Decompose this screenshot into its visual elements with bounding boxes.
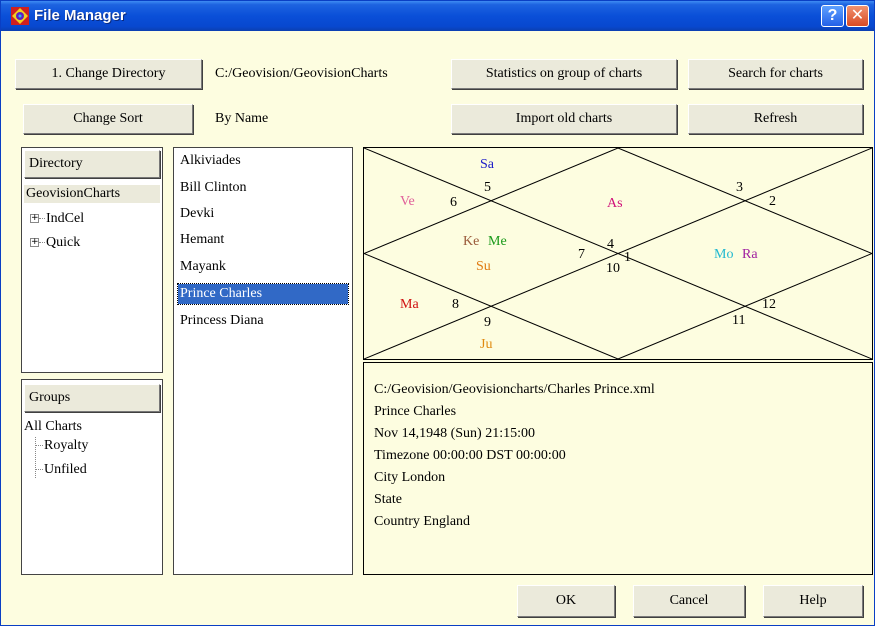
file-manager-window: File Manager ? ✕ 1. Change Directory C:/… (0, 0, 875, 626)
group-item-unfiled[interactable]: Unfiled (44, 461, 87, 479)
astrology-chart: 4 1 10 7 5 6 3 2 8 9 12 11 Sa Ve As Ke M… (362, 147, 874, 360)
chart-diagram: 4 1 10 7 5 6 3 2 8 9 12 11 Sa Ve As Ke M… (362, 147, 874, 360)
tree-item-label: IndCel (46, 211, 85, 226)
import-charts-button[interactable]: Import old charts (451, 104, 677, 134)
house-number-4: 4 (607, 237, 614, 252)
close-icon: ✕ (850, 7, 865, 24)
planet-ju: Ju (480, 337, 492, 352)
tree-item-label: Quick (46, 235, 81, 250)
list-item[interactable]: Devki (178, 204, 216, 224)
chart-list: Alkiviades Bill Clinton Devki Hemant May… (173, 147, 353, 575)
list-item[interactable]: Alkiviades (178, 151, 243, 171)
groups-panel: Groups All Charts Royalty Unfiled (21, 379, 163, 575)
house-number-12: 12 (762, 297, 776, 312)
help-title-button[interactable]: ? (821, 5, 844, 27)
house-number-11: 11 (732, 313, 745, 328)
current-path: C:/Geovision/GeovisionCharts (215, 66, 388, 81)
house-number-3: 3 (736, 180, 743, 195)
sort-value: By Name (215, 111, 269, 126)
house-number-8: 8 (452, 297, 459, 312)
tree-connector (35, 445, 43, 446)
list-item[interactable]: Mayank (178, 257, 228, 277)
planet-me: Me (488, 234, 507, 249)
directory-header: Directory (24, 150, 160, 178)
house-number-6: 6 (450, 195, 457, 210)
list-item[interactable]: Princess Diana (178, 311, 266, 331)
ok-button[interactable]: OK (517, 585, 615, 617)
info-city: City London (374, 470, 446, 485)
list-item[interactable]: Bill Clinton (178, 178, 249, 198)
house-number-1: 1 (624, 250, 631, 265)
help-button[interactable]: Help (763, 585, 863, 617)
info-country: Country England (374, 514, 471, 529)
cancel-button[interactable]: Cancel (633, 585, 745, 617)
change-sort-button[interactable]: Change Sort (23, 104, 193, 134)
info-name: Prince Charles (374, 404, 457, 419)
search-charts-button[interactable]: Search for charts (688, 59, 863, 89)
expand-icon[interactable]: + (30, 214, 39, 223)
directory-panel: Directory GeovisionCharts + IndCel + Qui… (21, 147, 163, 373)
list-item[interactable]: Hemant (178, 230, 226, 250)
planet-ra: Ra (742, 247, 758, 262)
tree-connector (35, 469, 43, 470)
question-icon: ? (827, 7, 838, 24)
group-item-royalty[interactable]: Royalty (44, 437, 88, 455)
list-item-selected[interactable]: Prince Charles (177, 283, 349, 305)
house-number-5: 5 (484, 180, 491, 195)
info-file: C:/Geovision/Geovisioncharts/Charles Pri… (374, 382, 655, 397)
house-number-7: 7 (578, 247, 585, 262)
info-timezone: Timezone 00:00:00 DST 00:00:00 (374, 448, 566, 463)
info-state: State (374, 492, 402, 507)
window-title: File Manager (34, 7, 126, 24)
planet-ve: Ve (400, 194, 415, 209)
expand-icon[interactable]: + (30, 238, 39, 247)
chart-info-panel: C:/Geovision/Geovisioncharts/Charles Pri… (363, 362, 873, 575)
info-date: Nov 14,1948 (Sun) 21:15:00 (374, 426, 535, 441)
house-number-9: 9 (484, 315, 491, 330)
tree-connector (39, 218, 45, 219)
change-directory-button[interactable]: 1. Change Directory (15, 59, 202, 89)
title-bar[interactable]: File Manager ? ✕ (1, 1, 874, 31)
planet-su: Su (476, 259, 491, 274)
groups-root[interactable]: All Charts (24, 418, 82, 436)
planet-ma: Ma (400, 297, 419, 312)
refresh-button[interactable]: Refresh (688, 104, 863, 134)
planet-ke: Ke (463, 234, 479, 249)
planet-sa: Sa (480, 157, 495, 172)
statistics-button[interactable]: Statistics on group of charts (451, 59, 677, 89)
tree-connector (39, 242, 45, 243)
directory-root[interactable]: GeovisionCharts (24, 185, 160, 203)
house-number-10: 10 (606, 261, 620, 276)
app-icon (11, 7, 29, 25)
house-number-2: 2 (769, 194, 776, 209)
close-button[interactable]: ✕ (846, 5, 869, 27)
planet-as: As (607, 196, 623, 211)
tree-connector (35, 437, 36, 478)
groups-header: Groups (24, 384, 160, 412)
planet-mo: Mo (714, 247, 733, 262)
